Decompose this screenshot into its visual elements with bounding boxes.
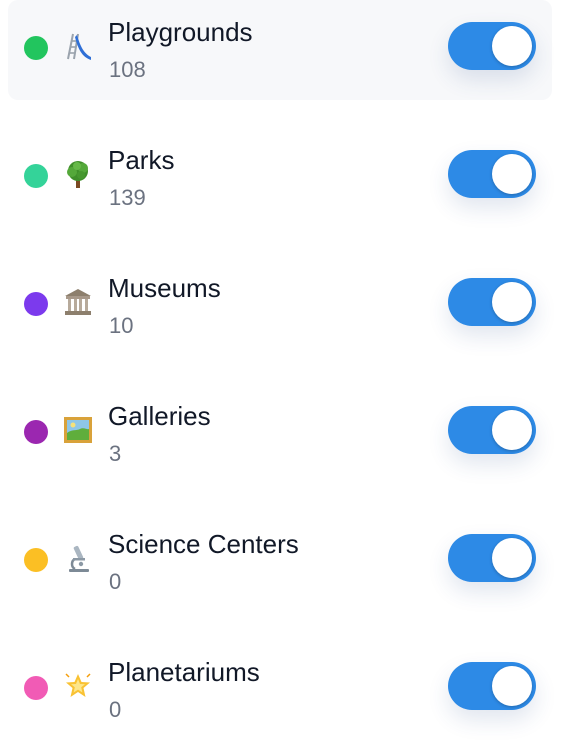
category-title: Parks [108, 145, 175, 175]
category-title: Museums [108, 273, 221, 303]
category-title: Galleries [108, 401, 211, 431]
category-count: 139 [109, 185, 146, 210]
category-row-parks[interactable]: Parks 139 [8, 128, 552, 228]
category-count: 3 [109, 441, 122, 466]
category-color-dot [24, 292, 48, 316]
category-toggle-parks[interactable] [448, 150, 536, 198]
category-row-planetariums[interactable]: Planetariums 0 [8, 640, 552, 740]
toggle-knob [492, 666, 532, 706]
toggle-knob [492, 154, 532, 194]
classical-building-icon [62, 286, 94, 318]
category-row-playgrounds[interactable]: Playgrounds 108 [8, 0, 552, 100]
category-title: Playgrounds [108, 17, 253, 47]
category-toggle-science-centers[interactable] [448, 534, 536, 582]
category-toggle-planetariums[interactable] [448, 662, 536, 710]
category-count: 10 [109, 313, 134, 338]
category-toggle-museums[interactable] [448, 278, 536, 326]
category-color-dot [24, 420, 48, 444]
category-toggle-galleries[interactable] [448, 406, 536, 454]
category-row-science-centers[interactable]: Science Centers 0 [8, 512, 552, 612]
toggle-knob [492, 282, 532, 322]
category-color-dot [24, 36, 48, 60]
tree-icon [62, 158, 94, 190]
framed-picture-icon [62, 414, 94, 446]
category-count: 108 [109, 57, 146, 82]
category-color-dot [24, 548, 48, 572]
category-title: Planetariums [108, 657, 260, 687]
category-color-dot [24, 164, 48, 188]
category-toggle-playgrounds[interactable] [448, 22, 536, 70]
category-count: 0 [109, 569, 122, 594]
microscope-icon [62, 542, 94, 574]
category-title: Science Centers [108, 529, 299, 559]
toggle-knob [492, 26, 532, 66]
category-filter-list: Playgrounds 108 Parks 139 Museums 10 Gal… [0, 0, 576, 750]
toggle-knob [492, 410, 532, 450]
glowing-star-icon [62, 670, 94, 702]
toggle-knob [492, 538, 532, 578]
category-row-galleries[interactable]: Galleries 3 [8, 384, 552, 484]
category-row-museums[interactable]: Museums 10 [8, 256, 552, 356]
category-color-dot [24, 676, 48, 700]
category-count: 0 [109, 697, 122, 722]
slide-icon [62, 30, 94, 62]
